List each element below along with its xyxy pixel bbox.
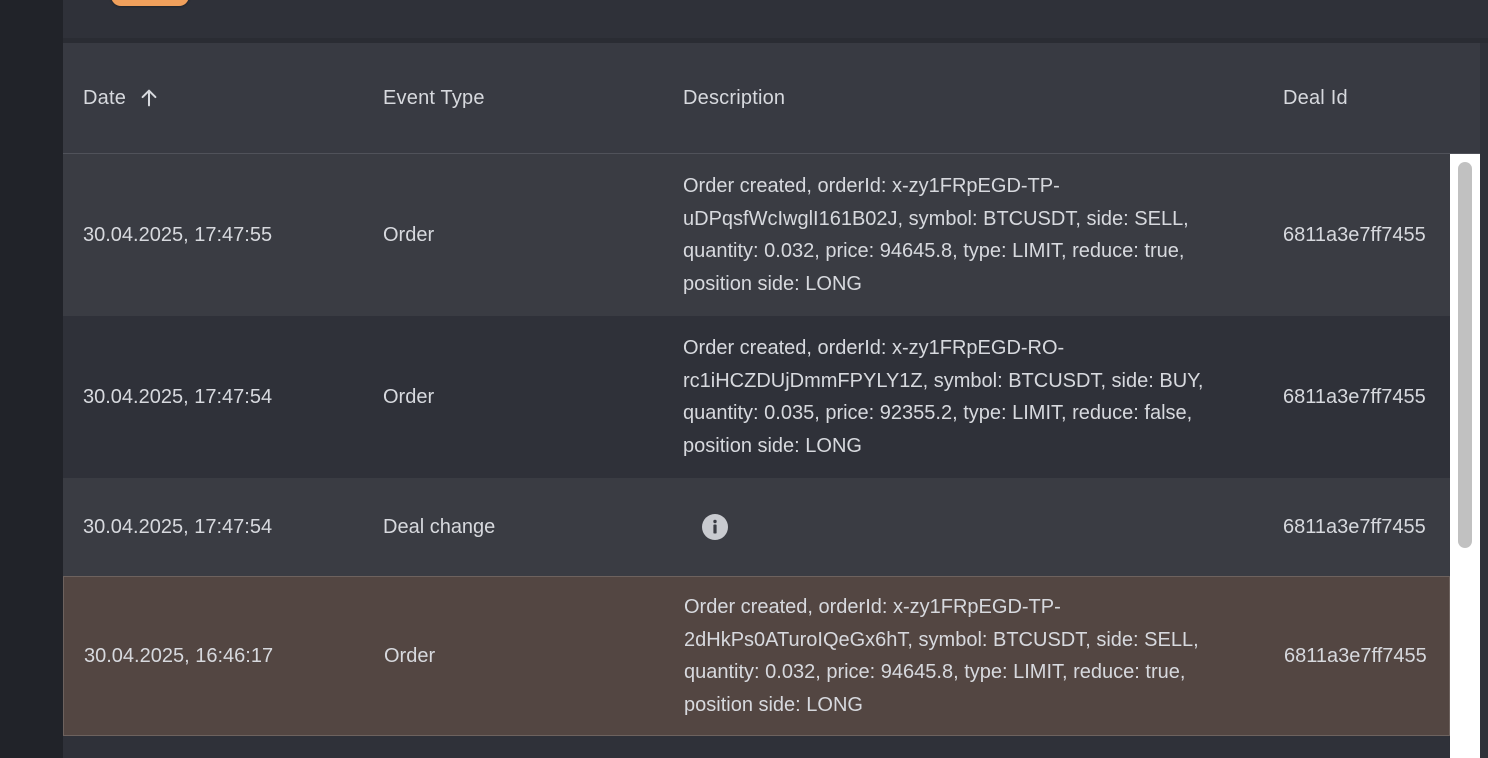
column-header-event-type-label: Event Type [383,86,485,109]
toolbar [63,0,1488,38]
cell-date: 30.04.2025, 17:47:55 [83,223,273,246]
table-header: Date Event Type Description Deal Id [63,43,1480,154]
cell-description: Order created, orderId: x-zy1FRpEGD-RO-r… [683,337,1204,457]
cell-event-type: Order [383,223,435,246]
column-header-deal-id-label: Deal Id [1283,86,1348,109]
scrollbar-thumb[interactable] [1458,162,1472,548]
cell-deal-id[interactable]: 6811a3e7ff7455 [1284,577,1450,735]
column-header-event-type[interactable]: Event Type [383,43,485,153]
vertical-scrollbar[interactable] [1450,154,1480,758]
left-sidebar [0,0,63,758]
info-icon[interactable] [701,513,729,541]
cell-deal-id[interactable]: 6811a3e7ff7455 [1283,154,1450,316]
cell-description: Order created, orderId: x-zy1FRpEGD-TP-2… [684,596,1199,716]
cell-description: Order created, orderId: x-zy1FRpEGD-TP-u… [683,175,1189,295]
column-header-description-label: Description [683,86,786,109]
cell-event-type: Deal change [383,515,496,538]
arrow-up-icon[interactable] [138,87,160,109]
events-table: Date Event Type Description Deal Id [63,43,1480,154]
column-header-date[interactable]: Date [83,43,160,153]
column-header-description[interactable]: Description [683,43,785,153]
cell-description [683,478,1243,576]
cell-event-type: Order [384,644,436,667]
cell-date: 30.04.2025, 17:47:54 [83,515,273,538]
table-row[interactable]: 30.04.2025, 17:47:54 Order Order created… [63,316,1450,478]
cell-event-type: Order [383,385,435,408]
column-header-deal-id[interactable]: Deal Id [1283,43,1348,153]
accent-action-button[interactable] [111,0,189,6]
table-row-highlighted[interactable]: 30.04.2025, 16:46:17 Order Order created… [63,576,1450,736]
table-row-partial [63,736,1450,758]
column-header-date-label: Date [83,86,127,109]
table-body: 30.04.2025, 17:47:55 Order Order created… [63,154,1450,758]
table-row[interactable]: 30.04.2025, 17:47:54 Deal change 6811a3e… [63,478,1450,576]
cell-date: 30.04.2025, 17:47:54 [83,385,273,408]
table-row[interactable]: 30.04.2025, 17:47:55 Order Order created… [63,154,1450,316]
cell-date: 30.04.2025, 16:46:17 [84,644,274,667]
events-panel: Date Event Type Description Deal Id 30.0… [63,0,1488,758]
cell-deal-id[interactable]: 6811a3e7ff7455 [1283,316,1450,478]
cell-deal-id[interactable]: 6811a3e7ff7455 [1283,478,1450,576]
